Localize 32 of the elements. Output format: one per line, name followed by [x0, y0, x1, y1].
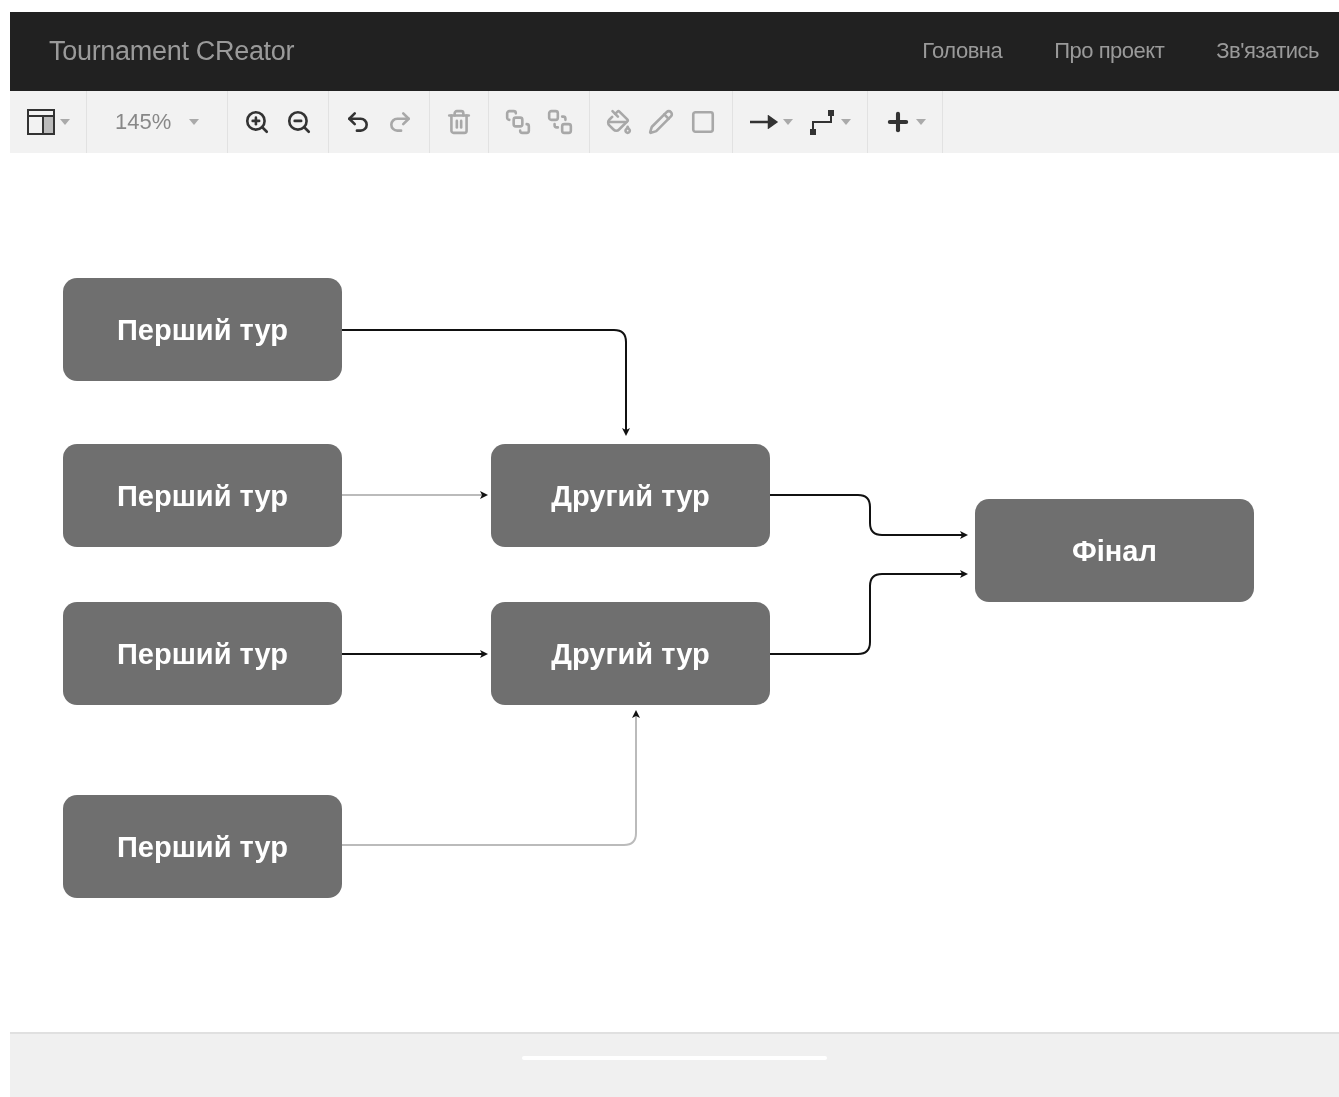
toolbar-button[interactable]: [749, 114, 794, 129]
zoom-in-icon: [244, 108, 271, 135]
diagram-node[interactable]: Перший тур: [63, 601, 342, 705]
caret-icon: [189, 118, 200, 125]
nav-link[interactable]: Про проект: [1054, 38, 1165, 65]
caret-icon: [60, 118, 70, 125]
diagram-node[interactable]: Перший тур: [63, 794, 342, 898]
diagram-node[interactable]: Перший тур: [63, 443, 342, 547]
square-icon: [690, 108, 717, 135]
diagram-node[interactable]: Другий тур: [491, 601, 770, 705]
toolbar-button[interactable]: [809, 108, 852, 135]
diagram-node[interactable]: Перший тур: [63, 277, 342, 381]
toolbar-button[interactable]: [244, 108, 271, 135]
app-brand[interactable]: Tournament CReator: [49, 35, 871, 67]
to-front-icon: [505, 108, 532, 135]
caret-icon: [783, 118, 794, 125]
trash-icon: [446, 108, 473, 135]
to-back-icon: [547, 108, 574, 135]
paint-bucket-icon: [606, 108, 633, 135]
caret-icon: [916, 118, 927, 125]
nav-link[interactable]: Головна: [922, 38, 1003, 65]
pencil-icon: [648, 108, 675, 135]
diagram-node[interactable]: Другий тур: [491, 443, 770, 547]
arrow-icon: [749, 114, 780, 129]
layout-icon: [26, 106, 56, 137]
toolbar-button[interactable]: [26, 106, 70, 137]
diagram-node[interactable]: Фінал: [975, 498, 1254, 602]
zoom-out-icon: [286, 108, 313, 135]
zoom-select[interactable]: 145%: [103, 108, 212, 135]
caret-icon: [841, 118, 852, 125]
nav-link[interactable]: Зв'язатись: [1216, 38, 1319, 65]
toolbar-button[interactable]: [286, 108, 313, 135]
